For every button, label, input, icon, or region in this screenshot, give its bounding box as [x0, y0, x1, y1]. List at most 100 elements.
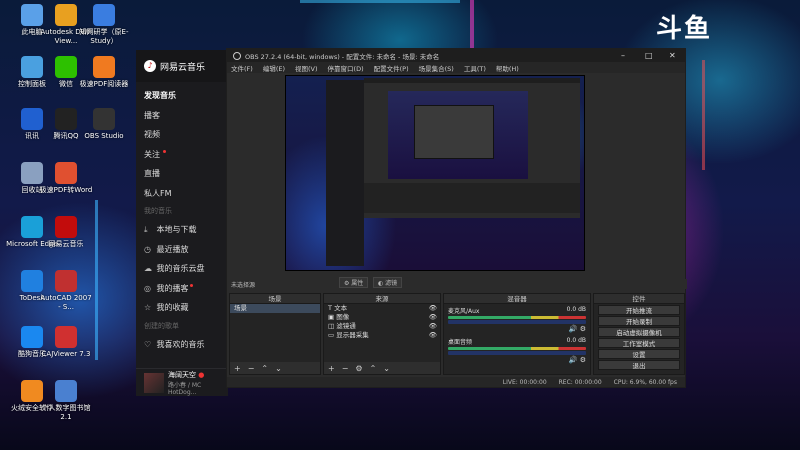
desktop-icon-label: 网易云音乐: [48, 240, 84, 248]
mine-podcast[interactable]: ◎ 我的播客: [136, 279, 227, 299]
gear-icon[interactable]: ⚙: [580, 356, 586, 364]
source-item[interactable]: ▣ 图像 👁: [324, 313, 440, 322]
maximize-icon[interactable]: □: [645, 51, 653, 60]
scene-up-icon[interactable]: ⌃: [261, 364, 268, 373]
estudy-icon: [93, 4, 115, 26]
mixer-channel-db: 0.0 dB: [566, 306, 586, 313]
desktop-icon-label: 微信: [59, 80, 73, 88]
remove-source-icon[interactable]: −: [342, 364, 349, 373]
rec-status: REC: 00:00:00: [558, 378, 602, 386]
qq-icon: [55, 108, 77, 130]
desktop-icon[interactable]: 网易云音乐: [38, 216, 94, 249]
speaker-icon[interactable]: 🔊: [569, 325, 578, 333]
menu-view[interactable]: 视图(V): [295, 63, 318, 73]
cloud-icon: ☁: [144, 264, 152, 273]
playlist-liked[interactable]: ♡ 我喜欢的音乐: [136, 335, 227, 355]
obs-window-title: OBS 27.2.4 (64-bit, windows) - 配置文件: 未命名…: [245, 52, 440, 61]
source-item[interactable]: ▭ 显示器采集 👁: [324, 331, 440, 340]
mixer-dock-title: 混音器: [444, 294, 590, 304]
menu-help[interactable]: 帮助(H): [496, 63, 519, 73]
desktop-icon-label: 知网研学（原E-Study）: [79, 28, 129, 45]
source-item[interactable]: T 文本 👁: [324, 304, 440, 313]
exit-button[interactable]: 退出: [598, 360, 680, 370]
volume-slider[interactable]: [448, 351, 586, 355]
eye-icon: 👁: [428, 313, 437, 321]
podcast-icon: ◎: [144, 283, 151, 293]
obs-preview-canvas[interactable]: [285, 75, 585, 271]
start-recording-button[interactable]: 开始录制: [598, 316, 680, 326]
source-up-icon[interactable]: ⌃: [370, 364, 377, 373]
download-icon: ⤓: [144, 225, 148, 234]
nav-personal-fm[interactable]: 私人FM: [136, 184, 227, 204]
mine-recent[interactable]: ◷ 最近播放: [136, 240, 227, 260]
nav-video[interactable]: 视频: [136, 125, 227, 145]
desktop-icon-label: 个人数字图书馆2.1: [41, 404, 91, 421]
menu-edit[interactable]: 编辑(E): [263, 63, 285, 73]
desktop-icon[interactable]: CAJViewer 7.3: [38, 326, 94, 359]
source-down-icon[interactable]: ⌄: [383, 364, 390, 373]
obs-logo-icon: [233, 51, 241, 60]
menu-scene-collection[interactable]: 场景集合(S): [419, 63, 454, 73]
mine-local-download[interactable]: ⤓ 本地与下载: [136, 220, 227, 240]
scene-item[interactable]: 场景: [230, 304, 320, 313]
nav-live[interactable]: 直播: [136, 164, 227, 184]
preview-music-window: [326, 80, 364, 266]
desktop-icon[interactable]: 个人数字图书馆2.1: [38, 380, 94, 422]
menu-profile[interactable]: 配置文件(P): [374, 63, 409, 73]
scenes-toolbar: + − ⌃ ⌄: [230, 362, 320, 374]
remove-scene-icon[interactable]: −: [248, 364, 255, 373]
menu-docks[interactable]: 停靠窗口(D): [328, 63, 364, 73]
add-scene-icon[interactable]: +: [234, 364, 241, 373]
scenes-dock: 场景 场景 + − ⌃ ⌄: [229, 293, 321, 375]
autocad-icon: [55, 270, 77, 292]
gear-icon[interactable]: ⚙: [580, 325, 586, 333]
preview-nested-obs: [364, 78, 580, 218]
desktop-icon-label: AutoCAD 2007 - S...: [40, 294, 92, 311]
obs-menubar: 文件(F) 编辑(E) 视图(V) 停靠窗口(D) 配置文件(P) 场景集合(S…: [227, 62, 685, 73]
volume-slider[interactable]: [448, 320, 586, 324]
add-source-icon[interactable]: +: [328, 364, 335, 373]
source-toolbar: 未选择源 ⚙ 属性 ◐ 滤镜: [227, 277, 687, 289]
obs-titlebar[interactable]: OBS 27.2.4 (64-bit, windows) - 配置文件: 未命名…: [227, 49, 685, 62]
pdf-word-icon: [55, 162, 77, 184]
section-my-music: 我的音乐: [144, 207, 172, 215]
nav-discover[interactable]: 发现音乐: [136, 86, 227, 106]
properties-button[interactable]: ⚙ 属性: [339, 277, 369, 288]
cajviewer-icon: [55, 326, 77, 348]
no-source-selected: 未选择源: [231, 282, 256, 289]
mixer-channel: 桌面音频 0.0 dB 🔊 ⚙: [444, 335, 590, 366]
speaker-icon[interactable]: 🔊: [569, 356, 578, 364]
source-settings-icon[interactable]: ⚙: [355, 364, 362, 373]
sources-toolbar: + − ⚙ ⌃ ⌄: [324, 362, 440, 374]
scene-down-icon[interactable]: ⌄: [275, 364, 282, 373]
now-playing-bar[interactable]: 海阔天空 ● 路小春 / MC HotDog...: [136, 368, 228, 396]
studio-mode-button[interactable]: 工作室模式: [598, 338, 680, 348]
audio-meter: [448, 316, 586, 319]
menu-tools[interactable]: 工具(T): [464, 63, 486, 73]
desktop-icon[interactable]: AutoCAD 2007 - S...: [38, 270, 94, 312]
virtual-camera-button[interactable]: 启动虚拟摄像机: [598, 327, 680, 337]
mine-cloud[interactable]: ☁ 我的音乐云盘: [136, 259, 227, 279]
close-icon[interactable]: ✕: [669, 51, 676, 60]
digital-library-icon: [55, 380, 77, 402]
desktop-icon-label: CAJViewer 7.3: [41, 350, 91, 358]
mine-favorites[interactable]: ☆ 我的收藏: [136, 298, 227, 318]
desktop-icon[interactable]: 极速PDF转Word: [38, 162, 94, 195]
desktop-icon[interactable]: 知网研学（原E-Study）: [76, 4, 132, 46]
desktop-icon[interactable]: 极速PDF阅读器: [76, 56, 132, 89]
eye-icon: 👁: [428, 322, 437, 330]
star-icon: ☆: [144, 303, 152, 312]
nav-follow[interactable]: 关注: [136, 145, 227, 165]
now-playing-artist: 路小春 / MC HotDog...: [168, 381, 202, 396]
mixer-channel: 麦克风/Aux 0.0 dB 🔊 ⚙: [444, 304, 590, 335]
minimize-icon[interactable]: –: [621, 51, 625, 60]
start-streaming-button[interactable]: 开始推流: [598, 305, 680, 315]
obs-statusbar: LIVE: 00:00:00 REC: 00:00:00 CPU: 6.9%, …: [227, 377, 685, 387]
menu-file[interactable]: 文件(F): [231, 63, 253, 73]
desktop-icon[interactable]: OBS Studio: [76, 108, 132, 141]
filters-button[interactable]: ◐ 滤镜: [373, 277, 403, 288]
nav-podcast[interactable]: 播客: [136, 106, 227, 126]
settings-button[interactable]: 设置: [598, 349, 680, 359]
source-item[interactable]: ◫ 滤镜通 👁: [324, 322, 440, 331]
autodesk-icon: [55, 4, 77, 26]
